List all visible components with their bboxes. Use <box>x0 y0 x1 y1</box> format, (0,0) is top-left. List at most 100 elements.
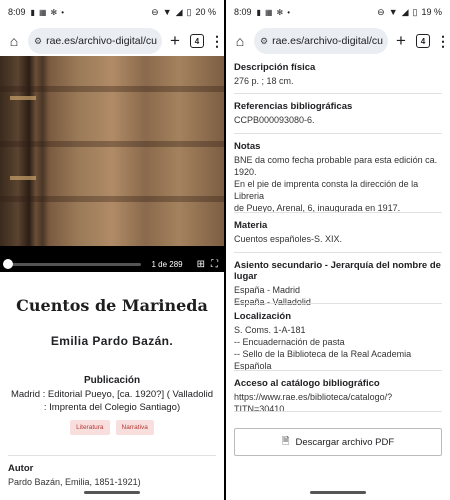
dot-icon: • <box>287 7 291 17</box>
section-label: Asiento secundario - Jerarquía del nombr… <box>234 260 441 282</box>
section-localizacion: Localización S. Coms. 1-A-181 -- Encuade… <box>234 311 442 372</box>
section-label: Referencias bibliográficas <box>234 101 353 112</box>
fullscreen-icon[interactable]: ⛶ <box>211 259 218 270</box>
pdf-icon: 🗎 <box>281 436 290 447</box>
autor-label: Autor <box>8 463 34 474</box>
page-slider-thumb[interactable] <box>3 258 13 269</box>
status-bar: 8:09 ▮ ▦ ✻ • ⊖ ▼ ◢ ▯ 20 % <box>0 0 224 24</box>
browser-toolbar: ⌂ ⚙ rae.es/archivo-digital/cu + 4 ⋮ <box>0 26 224 56</box>
menu-icon[interactable]: ⋮ <box>436 33 450 50</box>
section-descripcion-fisica: Descripción física 276 p. ; 18 cm. <box>234 62 442 87</box>
page-slider[interactable] <box>3 258 142 269</box>
download-pdf-label: Descargar archivo PDF <box>295 436 395 448</box>
download-pdf-button[interactable]: 🗎 Descargar archivo PDF <box>234 428 442 456</box>
section-asiento-secundario: Asiento secundario - Jerarquía del nombr… <box>234 260 442 308</box>
tag-literatura[interactable]: Literatura <box>70 420 110 435</box>
book-author: Emilia Pardo Bazán. <box>50 334 174 348</box>
section-label: Acceso al catálogo bibliográfico <box>234 378 380 389</box>
notification-icons: ▮ ▦ ✻ • <box>257 8 290 17</box>
new-tab-icon[interactable]: + <box>166 31 184 51</box>
tag-narrativa[interactable]: Narrativa <box>115 420 154 435</box>
divider <box>234 133 442 134</box>
sim-icon: ▮ <box>256 7 261 17</box>
divider <box>8 455 216 456</box>
home-icon[interactable]: ⌂ <box>4 33 24 49</box>
section-acceso-catalogo: Acceso al catálogo bibliográfico https:/… <box>234 378 442 415</box>
book-page-image <box>0 56 224 246</box>
section-line: CCPB000093080-6. <box>234 115 315 125</box>
menu-icon[interactable]: ⋮ <box>210 33 224 50</box>
calendar-icon: ▦ <box>264 7 273 17</box>
grid-icon[interactable]: ⊞ <box>197 259 205 270</box>
publication-label: Publicación <box>83 375 141 386</box>
gesture-bar <box>84 491 140 494</box>
battery-icon: ▯ <box>186 6 192 17</box>
url-text: rae.es/archivo-digital/cu <box>46 35 157 47</box>
wifi-icon: ▼ <box>388 7 398 17</box>
browser-toolbar: ⌂ ⚙ rae.es/archivo-digital/cu + 4 ⋮ <box>226 26 450 56</box>
tabs-icon[interactable]: 4 <box>190 34 204 48</box>
home-icon[interactable]: ⌂ <box>230 33 250 49</box>
section-line: España - Valladolid <box>234 297 311 307</box>
battery-icon: ▯ <box>412 6 418 17</box>
autor-section: Autor Pardo Bazán, Emilia, 1851-1921) <box>8 463 216 488</box>
section-line: En el pie de imprenta consta la direcció… <box>234 179 419 201</box>
system-icons: ⊖ ▼ ◢ ▯ 19 % <box>377 7 442 18</box>
divider <box>234 370 442 371</box>
signal-icon: ◢ <box>175 6 183 17</box>
dnd-icon: ⊖ <box>377 6 385 17</box>
section-line: 1920. <box>234 167 257 177</box>
document-viewer[interactable]: 1 de 289 ⊞ ⛶ <box>0 56 224 272</box>
right-screen: 8:09 ▮ ▦ ✻ • ⊖ ▼ ◢ ▯ 19 % ⌂ ⚙ rae.es/archivo-di… <box>226 0 450 500</box>
divider <box>234 212 442 213</box>
section-notas: Notas BNE da como fecha probable para es… <box>234 141 442 214</box>
sim-icon: ▮ <box>30 7 35 17</box>
section-line: S. Coms. 1-A-181 <box>234 325 306 335</box>
settings-icon: ✻ <box>50 7 58 17</box>
tabs-icon[interactable]: 4 <box>416 34 430 48</box>
section-line: 276 p. ; 18 cm. <box>234 76 294 86</box>
section-line: -- Sello de la Biblioteca de la Real Aca… <box>234 349 412 371</box>
section-line: -- Encuadernación de pasta <box>234 337 345 347</box>
notification-icons: ▮ ▦ ✻ • <box>31 8 64 17</box>
system-icons: ⊖ ▼ ◢ ▯ 20 % <box>151 7 216 18</box>
signal-icon: ◢ <box>401 6 409 17</box>
dnd-icon: ⊖ <box>151 6 159 17</box>
url-bar[interactable]: ⚙ rae.es/archivo-digital/cu <box>254 28 388 54</box>
status-time: 8:09 <box>8 7 26 17</box>
battery-level: 20 % <box>195 7 216 17</box>
settings-icon: ✻ <box>276 7 284 17</box>
url-text: rae.es/archivo-digital/cu <box>272 35 383 47</box>
battery-level: 19 % <box>421 7 442 17</box>
section-referencias: Referencias bibliográficas CCPB000093080… <box>234 101 442 126</box>
site-info-icon[interactable]: ⚙ <box>34 36 42 47</box>
section-label: Materia <box>234 220 268 231</box>
section-label: Notas <box>234 141 261 152</box>
tag-list: Literatura Narrativa <box>0 420 224 435</box>
section-label: Localización <box>234 311 292 322</box>
gesture-bar <box>310 491 366 494</box>
status-bar: 8:09 ▮ ▦ ✻ • ⊖ ▼ ◢ ▯ 19 % <box>226 0 450 24</box>
divider <box>234 411 442 412</box>
wifi-icon: ▼ <box>162 7 172 17</box>
divider <box>234 303 442 304</box>
divider <box>234 252 442 253</box>
book-title: Cuentos de Marineda <box>16 296 208 315</box>
page-counter: 1 de 289 <box>151 259 183 269</box>
section-line: BNE da como fecha probable para esta edi… <box>234 155 438 165</box>
site-info-icon[interactable]: ⚙ <box>260 36 268 47</box>
publication-value: Madrid : Editorial Pueyo, [ca. 1920?] ( … <box>10 389 214 413</box>
section-line: Cuentos españoles-S. XIX. <box>234 234 343 244</box>
status-time: 8:09 <box>234 7 252 17</box>
viewer-controls: 1 de 289 ⊞ ⛶ <box>0 256 224 272</box>
url-bar[interactable]: ⚙ rae.es/archivo-digital/cu <box>28 28 162 54</box>
calendar-icon: ▦ <box>38 7 47 17</box>
left-screen: 8:09 ▮ ▦ ✻ • ⊖ ▼ ◢ ▯ 20 % ⌂ ⚙ rae.es/archivo-di… <box>0 0 224 500</box>
autor-value: Pardo Bazán, Emilia, 1851-1921) <box>8 477 141 487</box>
new-tab-icon[interactable]: + <box>392 31 410 51</box>
divider <box>234 93 442 94</box>
section-line: España - Madrid <box>234 285 301 295</box>
section-materia: Materia Cuentos españoles-S. XIX. <box>234 220 442 245</box>
section-label: Descripción física <box>234 62 316 73</box>
dot-icon: • <box>61 7 65 17</box>
